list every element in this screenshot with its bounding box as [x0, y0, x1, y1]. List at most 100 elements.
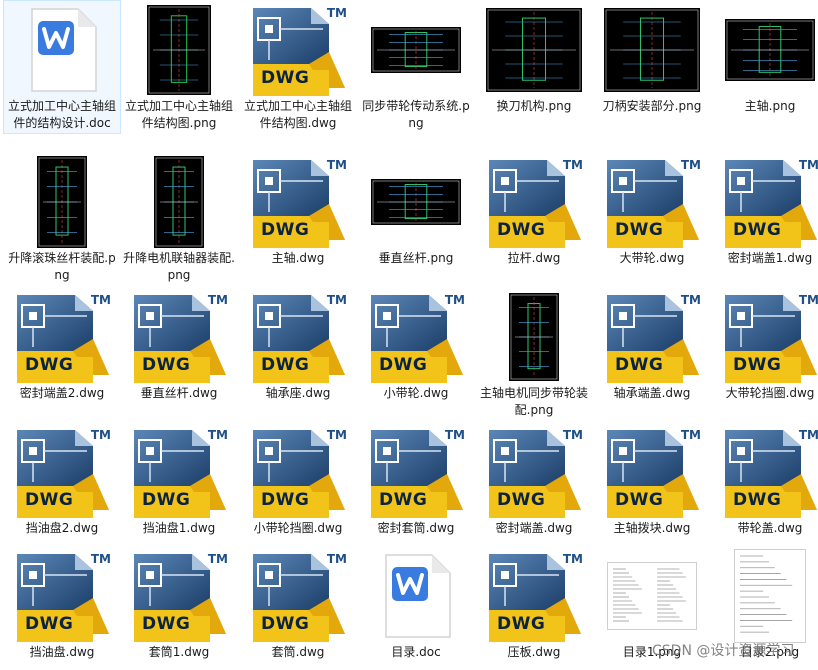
file-thumbnail: [712, 549, 818, 643]
dwg-file-icon: TM DWG: [367, 291, 465, 383]
dwg-file-icon: TM DWG: [13, 550, 111, 642]
file-item[interactable]: TM DWG 密封端盖2.dwg: [3, 287, 121, 421]
dwg-icon-text: DWG: [379, 355, 428, 375]
file-thumbnail: TM DWG: [358, 291, 474, 383]
file-item[interactable]: 主轴.png: [711, 0, 818, 134]
dwg-icon-text: DWG: [25, 490, 74, 510]
trademark-text: TM: [444, 293, 465, 307]
dwg-file-icon: TM DWG: [485, 426, 583, 518]
file-thumbnail: TM DWG: [240, 426, 356, 518]
trademark-text: TM: [90, 552, 111, 566]
dwg-file-icon: TM DWG: [603, 156, 701, 248]
file-item[interactable]: TM DWG 挡油盘2.dwg: [3, 422, 121, 556]
file-thumbnail: [121, 156, 237, 248]
file-item[interactable]: TM DWG 垂直丝杆.dwg: [120, 287, 238, 421]
file-thumbnail: TM DWG: [240, 291, 356, 383]
file-item[interactable]: TM DWG 小带轮.dwg: [357, 287, 475, 421]
file-name: 轴承座.dwg: [265, 386, 331, 400]
file-thumbnail: TM DWG: [4, 550, 120, 642]
file-item[interactable]: TM DWG 压板.dwg: [475, 546, 593, 670]
file-item[interactable]: 垂直丝杆.png: [357, 152, 475, 286]
trademark-text: TM: [680, 428, 701, 442]
file-name: 挡油盘1.dwg: [142, 521, 216, 535]
png-thumbnail: [607, 562, 697, 630]
dwg-file-icon: TM DWG: [13, 426, 111, 518]
file-thumbnail: [4, 4, 120, 96]
trademark-text: TM: [207, 428, 228, 442]
file-name: 目录.doc: [391, 645, 441, 659]
file-item[interactable]: 主轴电机同步带轮装配.png: [475, 287, 593, 421]
file-thumbnail: TM DWG: [476, 550, 592, 642]
trademark-text: TM: [90, 428, 111, 442]
dwg-file-icon: TM DWG: [249, 4, 347, 96]
dwg-icon-text: DWG: [733, 490, 782, 510]
file-name: 升降滚珠丝杆装配.png: [8, 251, 116, 282]
file-item[interactable]: TM DWG 大带轮.dwg: [593, 152, 711, 286]
file-item[interactable]: TM DWG 套筒.dwg: [239, 546, 357, 670]
trademark-text: TM: [207, 552, 228, 566]
file-thumbnail: [594, 4, 710, 96]
file-name: 垂直丝杆.png: [378, 251, 454, 265]
trademark-text: TM: [562, 428, 583, 442]
dwg-file-icon: TM DWG: [249, 426, 347, 518]
file-item[interactable]: 刀柄安装部分.png: [593, 0, 711, 134]
file-item[interactable]: 升降滚珠丝杆装配.png: [3, 152, 121, 286]
file-item[interactable]: 目录.doc: [357, 546, 475, 670]
file-name: 套筒.dwg: [271, 645, 325, 659]
file-name: 轴承端盖.dwg: [613, 386, 691, 400]
png-thumbnail: [734, 549, 806, 643]
dwg-icon-text: DWG: [142, 614, 191, 634]
trademark-text: TM: [326, 552, 347, 566]
file-item[interactable]: 立式加工中心主轴组件结构图.png: [120, 0, 238, 134]
file-name: 拉杆.dwg: [507, 251, 561, 265]
file-item[interactable]: TM DWG 主轴.dwg: [239, 152, 357, 286]
dwg-icon-text: DWG: [261, 355, 310, 375]
file-thumbnail: TM DWG: [594, 426, 710, 518]
trademark-text: TM: [562, 552, 583, 566]
file-name: 升降电机联轴器装配.png: [123, 251, 235, 282]
file-name: 主轴拨块.dwg: [613, 521, 691, 535]
file-name: 同步带轮传动系统.png: [362, 99, 470, 130]
file-name: 挡油盘.dwg: [29, 645, 95, 659]
watermark: CSDN @设计资源学习: [652, 643, 795, 659]
file-name: 密封套筒.dwg: [377, 521, 455, 535]
file-item[interactable]: 同步带轮传动系统.png: [357, 0, 475, 134]
trademark-text: TM: [680, 158, 701, 172]
file-item[interactable]: TM DWG 密封套筒.dwg: [357, 422, 475, 556]
dwg-icon-text: DWG: [497, 490, 546, 510]
file-item[interactable]: TM DWG 套筒1.dwg: [120, 546, 238, 670]
png-thumbnail: [486, 8, 582, 92]
file-item[interactable]: 换刀机构.png: [475, 0, 593, 134]
file-thumbnail: [476, 4, 592, 96]
file-item[interactable]: TM DWG 挡油盘.dwg: [3, 546, 121, 670]
file-item[interactable]: 立式加工中心主轴组件的结构设计.doc: [3, 0, 121, 134]
file-item[interactable]: TM DWG 立式加工中心主轴组件结构图.dwg: [239, 0, 357, 134]
file-name: 小带轮.dwg: [383, 386, 449, 400]
file-item[interactable]: TM DWG 轴承端盖.dwg: [593, 287, 711, 421]
file-thumbnail: TM DWG: [476, 156, 592, 248]
file-item[interactable]: TM DWG 挡油盘1.dwg: [120, 422, 238, 556]
file-item[interactable]: TM DWG 密封端盖1.dwg: [711, 152, 818, 286]
dwg-icon-text: DWG: [25, 614, 74, 634]
file-item[interactable]: TM DWG 密封端盖.dwg: [475, 422, 593, 556]
file-item[interactable]: TM DWG 小带轮挡圈.dwg: [239, 422, 357, 556]
file-item[interactable]: 升降电机联轴器装配.png: [120, 152, 238, 286]
file-item[interactable]: TM DWG 带轮盖.dwg: [711, 422, 818, 556]
file-name: 立式加工中心主轴组件的结构设计.doc: [7, 99, 116, 130]
trademark-text: TM: [798, 428, 818, 442]
file-item[interactable]: TM DWG 轴承座.dwg: [239, 287, 357, 421]
file-thumbnail: TM DWG: [121, 550, 237, 642]
file-thumbnail: TM DWG: [594, 291, 710, 383]
file-item[interactable]: TM DWG 拉杆.dwg: [475, 152, 593, 286]
file-item[interactable]: TM DWG 大带轮挡圈.dwg: [711, 287, 818, 421]
file-name: 套筒1.dwg: [148, 645, 210, 659]
dwg-file-icon: TM DWG: [721, 156, 818, 248]
file-thumbnail: [358, 156, 474, 248]
dwg-file-icon: TM DWG: [130, 550, 228, 642]
file-item[interactable]: TM DWG 主轴拨块.dwg: [593, 422, 711, 556]
file-thumbnail: [594, 550, 710, 642]
dwg-icon-text: DWG: [25, 355, 74, 375]
file-name: 主轴.dwg: [271, 251, 325, 265]
file-thumbnail: [476, 291, 592, 383]
dwg-file-icon: TM DWG: [249, 156, 347, 248]
